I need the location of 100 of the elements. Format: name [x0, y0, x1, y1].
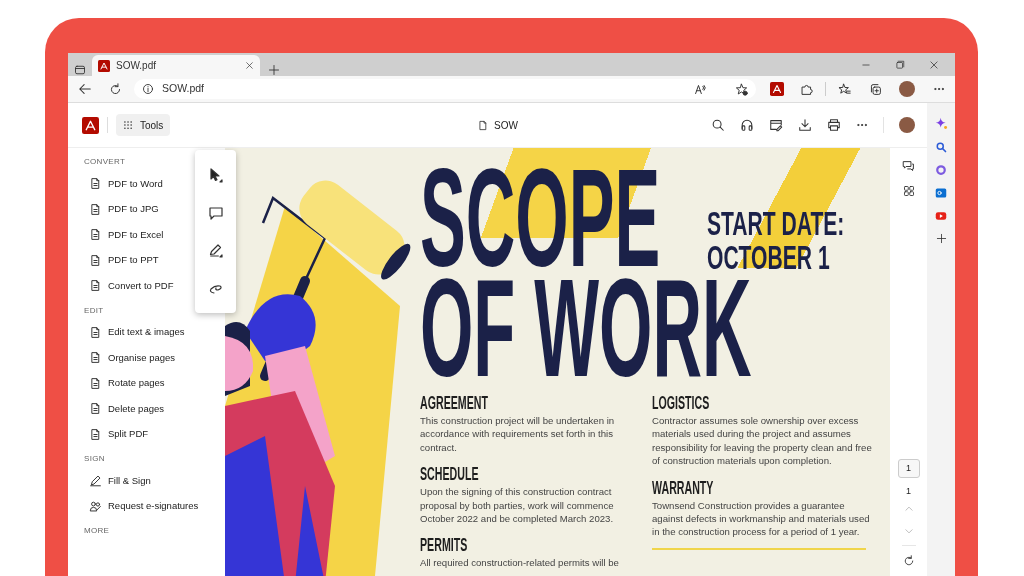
- collections-button[interactable]: [869, 82, 882, 96]
- tool-menu-item[interactable]: Rotate pages: [84, 370, 165, 396]
- acrobat-logo-icon: [770, 82, 784, 96]
- profile-avatar[interactable]: [899, 81, 915, 97]
- section-heading: PERMITS: [420, 535, 468, 556]
- plus-icon: [268, 64, 280, 76]
- address-bar[interactable]: SOW.pdf: [134, 79, 756, 99]
- section-text: Upon the signing of this construction contract proposal by both parties, work will commence October 2022 and be completed March 2023.: [420, 485, 615, 526]
- section-text: This construction project will be undertaken in accordance with requirements set forth in this contract.: [420, 414, 616, 455]
- chevron-down-icon: [903, 526, 914, 536]
- add-favorite-button[interactable]: [735, 82, 748, 96]
- close-icon: [245, 61, 254, 70]
- url-text: SOW.pdf: [162, 81, 204, 97]
- page-number-field[interactable]: 1: [897, 458, 920, 478]
- read-aloud-icon: [694, 82, 707, 96]
- document-icon: [89, 351, 102, 365]
- document-icon: [89, 177, 102, 191]
- tool-menu-item[interactable]: Fill & Sign: [84, 468, 151, 494]
- section-heading: CONVERT: [84, 156, 127, 168]
- section-text: Contractor assumes sole ownership over excess materials used during the project and assumes responsibility for leaving the property clean and free of construction materials upon completion.: [652, 414, 873, 468]
- page-count: 1: [906, 484, 911, 498]
- section-heading: SIGN: [84, 453, 106, 465]
- pen-icon: [89, 474, 102, 488]
- tab-list-icon: [74, 64, 86, 76]
- document-icon: [89, 402, 102, 416]
- draw-tool-button[interactable]: [207, 242, 224, 259]
- close-window-button[interactable]: [929, 59, 939, 70]
- document-name: SOW: [494, 118, 518, 133]
- select-tool-button[interactable]: [207, 166, 224, 183]
- document-icon: [89, 376, 102, 390]
- tool-menu-item[interactable]: Split PDF: [84, 421, 149, 447]
- info-icon: [142, 83, 154, 95]
- rotate-button[interactable]: [902, 555, 915, 567]
- comments-button[interactable]: [902, 160, 915, 173]
- document-icon: [89, 228, 102, 242]
- tool-menu-item[interactable]: PDF to Word: [84, 171, 163, 197]
- tool-menu-item[interactable]: PDF to PPT: [84, 247, 159, 273]
- tab-title: SOW.pdf: [116, 59, 156, 73]
- read-aloud-button[interactable]: [694, 82, 707, 96]
- document-icon: [89, 253, 102, 267]
- section-heading: MORE: [84, 525, 111, 537]
- acrobat-logo[interactable]: [82, 116, 99, 134]
- office-button[interactable]: [935, 164, 947, 176]
- acrobat-logo-icon: [98, 59, 110, 72]
- document-icon: [89, 279, 102, 293]
- print-button[interactable]: [827, 118, 841, 132]
- printer-icon: [827, 118, 841, 132]
- cursor-arrow-icon: [207, 166, 224, 183]
- back-arrow-icon: [78, 82, 92, 96]
- download-button[interactable]: [798, 118, 812, 132]
- tool-menu-item[interactable]: Convert to PDF: [84, 273, 174, 299]
- tool-menu-item[interactable]: Request e-signatures: [84, 493, 199, 519]
- close-tab-button[interactable]: [245, 61, 254, 70]
- maximize-button[interactable]: [895, 59, 905, 70]
- tool-menu-item[interactable]: PDF to Excel: [84, 222, 164, 248]
- section-heading: WARRANTY: [652, 477, 714, 498]
- copilot-button[interactable]: [934, 117, 948, 130]
- search-icon: [711, 118, 725, 132]
- document-icon: [477, 119, 489, 131]
- search-icon: [935, 141, 947, 153]
- back-button[interactable]: [78, 82, 92, 96]
- tool-menu-item[interactable]: Organise pages: [84, 345, 176, 371]
- add-button[interactable]: [935, 233, 947, 244]
- document-icon: [89, 427, 102, 441]
- star-plus-icon: [735, 82, 748, 96]
- puzzle-icon: [800, 82, 813, 96]
- section-heading: SCHEDULE: [420, 464, 479, 485]
- tools-button[interactable]: Tools: [116, 114, 171, 136]
- search-button[interactable]: [935, 141, 947, 153]
- refresh-icon: [902, 555, 915, 567]
- outlook-button[interactable]: [935, 187, 947, 199]
- browser-tab[interactable]: SOW.pdf: [92, 55, 260, 76]
- reload-button[interactable]: [109, 82, 122, 96]
- profile-avatar[interactable]: [899, 117, 915, 133]
- tool-menu-item[interactable]: Edit text & images: [84, 319, 185, 345]
- tool-menu-item[interactable]: PDF to JPG: [84, 196, 159, 222]
- comment-tool-button[interactable]: [207, 204, 224, 221]
- document-icon: [89, 202, 102, 216]
- new-tab-button[interactable]: [268, 64, 280, 76]
- acrobat-extension-button[interactable]: [770, 82, 784, 96]
- youtube-button[interactable]: [935, 210, 947, 222]
- tool-menu-item[interactable]: Delete pages: [84, 396, 164, 422]
- close-icon: [929, 59, 939, 70]
- thumbnails-button[interactable]: [902, 185, 915, 197]
- collections-icon: [869, 82, 882, 96]
- sparkle-icon: [934, 117, 948, 130]
- star-list-icon: [838, 82, 851, 96]
- grid-icon: [123, 120, 133, 130]
- section-heading: LOGISTICS: [652, 393, 710, 413]
- section-heading: AGREEMENT: [420, 393, 488, 413]
- section-text: All required construction-related permits will be: [420, 556, 620, 570]
- search-button[interactable]: [711, 118, 725, 132]
- play-icon: [935, 210, 947, 222]
- tab-list-button[interactable]: [74, 64, 86, 76]
- extensions-button[interactable]: [800, 82, 813, 96]
- ring-icon: [935, 164, 947, 176]
- sign-button[interactable]: [769, 118, 783, 132]
- favorites-button[interactable]: [838, 82, 851, 96]
- grid-icon: [902, 185, 915, 197]
- listen-button[interactable]: [740, 118, 754, 132]
